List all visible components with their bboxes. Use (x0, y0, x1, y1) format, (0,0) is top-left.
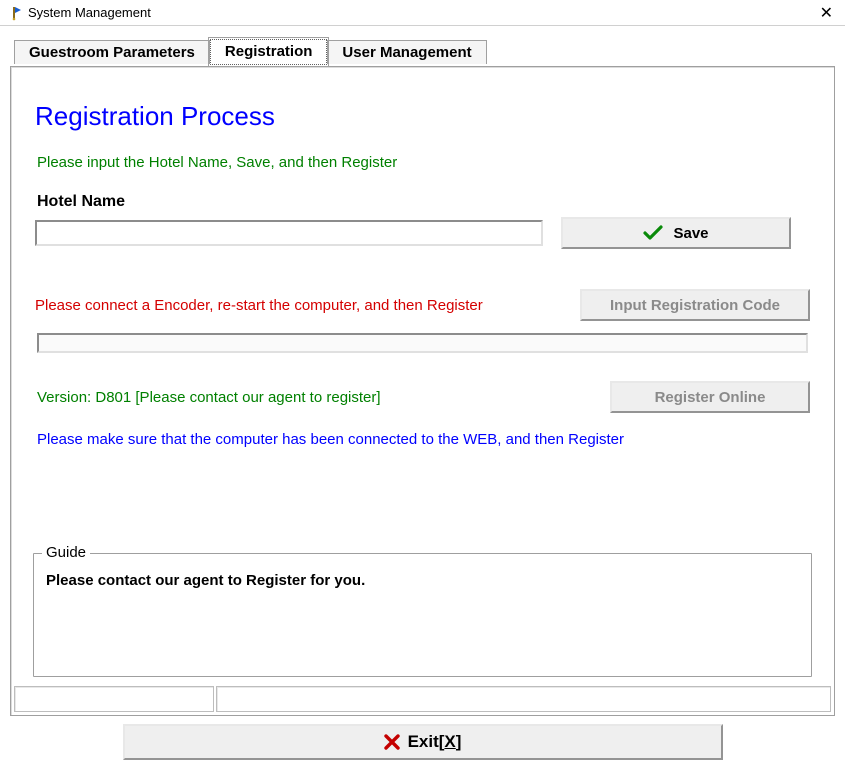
close-icon (384, 734, 400, 750)
save-button[interactable]: Save (561, 217, 791, 249)
tab-guestroom-parameters[interactable]: Guestroom Parameters (14, 40, 210, 65)
tabstrip: Guestroom Parameters Registration User M… (0, 26, 845, 64)
guide-groupbox: Guide Please contact our agent to Regist… (33, 553, 812, 677)
hotel-name-input[interactable] (35, 220, 543, 246)
register-online-button[interactable]: Register Online (610, 381, 810, 413)
exit-button[interactable]: Exit[X] (123, 724, 723, 760)
exit-button-label: Exit[X] (408, 732, 462, 752)
status-cell-1 (14, 686, 214, 712)
web-note: Please make sure that the computer has b… (37, 431, 828, 448)
tab-registration[interactable]: Registration (210, 39, 328, 65)
hotel-name-label: Hotel Name (37, 193, 828, 211)
guide-legend: Guide (42, 544, 90, 561)
instruction-text: Please input the Hotel Name, Save, and t… (37, 154, 828, 171)
check-icon (643, 225, 663, 241)
version-text: Version: D801 [Please contact our agent … (37, 389, 381, 406)
encoder-warning: Please connect a Encoder, re-start the c… (35, 297, 483, 314)
guide-text: Please contact our agent to Register for… (46, 572, 799, 589)
register-online-label: Register Online (655, 389, 766, 406)
tab-user-management[interactable]: User Management (327, 40, 486, 65)
app-icon (6, 5, 22, 21)
page-heading: Registration Process (35, 101, 828, 132)
input-registration-code-label: Input Registration Code (610, 297, 780, 314)
statusbar (14, 686, 831, 712)
window-title: System Management (28, 5, 151, 20)
input-registration-code-button[interactable]: Input Registration Code (580, 289, 810, 321)
registration-code-field (37, 333, 808, 353)
tab-panel: Registration Process Please input the Ho… (8, 64, 837, 718)
status-cell-2 (216, 686, 831, 712)
close-button[interactable]: ✕ (812, 3, 841, 23)
titlebar: System Management ✕ (0, 0, 845, 26)
save-button-label: Save (673, 225, 708, 242)
